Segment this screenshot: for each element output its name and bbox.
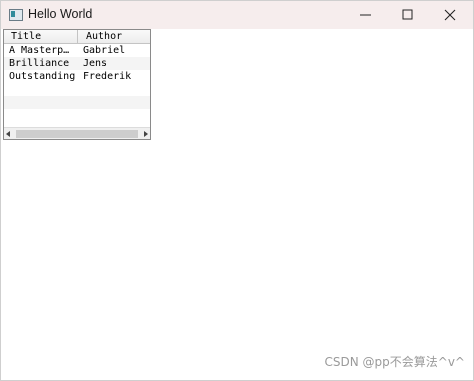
cell-author[interactable]: Frederik <box>83 70 149 83</box>
horizontal-scrollbar[interactable] <box>4 127 150 139</box>
cell-author[interactable]: Gabriel <box>83 44 149 57</box>
watermark-text: CSDN @pp不会算法^v^ <box>324 355 465 369</box>
app-window-icon <box>9 9 23 21</box>
close-button[interactable] <box>429 1 471 29</box>
table-header: Title Author <box>4 30 150 44</box>
cell-title[interactable]: A Masterp… <box>9 44 79 57</box>
maximize-icon <box>402 9 413 20</box>
minimize-button[interactable] <box>345 1 387 29</box>
table-row[interactable]: Outstanding Frederik <box>4 70 150 83</box>
minimize-icon <box>360 14 371 16</box>
scrollbar-thumb[interactable] <box>16 130 138 138</box>
column-header-title[interactable]: Title <box>4 30 78 43</box>
close-icon <box>444 9 456 21</box>
arrow-right-icon <box>144 131 148 137</box>
table-row[interactable]: A Masterp… Gabriel <box>4 44 150 57</box>
table-row[interactable]: Brilliance Jens <box>4 57 150 70</box>
cell-author[interactable]: Jens <box>83 57 149 70</box>
arrow-left-icon <box>6 131 10 137</box>
maximize-button[interactable] <box>387 1 429 29</box>
scroll-left-button[interactable] <box>4 128 14 139</box>
column-header-author[interactable]: Author <box>78 30 150 43</box>
empty-row <box>4 96 150 109</box>
window-title: Hello World <box>28 7 93 21</box>
cell-title[interactable]: Brilliance <box>9 57 79 70</box>
scroll-right-button[interactable] <box>140 128 150 139</box>
cell-title[interactable]: Outstanding <box>9 70 79 83</box>
book-table[interactable]: Title Author A Masterp… Gabriel Brillian… <box>3 29 151 140</box>
main-window: Hello World Title Author A Masterp… Gabr… <box>0 0 474 381</box>
title-bar[interactable]: Hello World <box>1 1 473 29</box>
